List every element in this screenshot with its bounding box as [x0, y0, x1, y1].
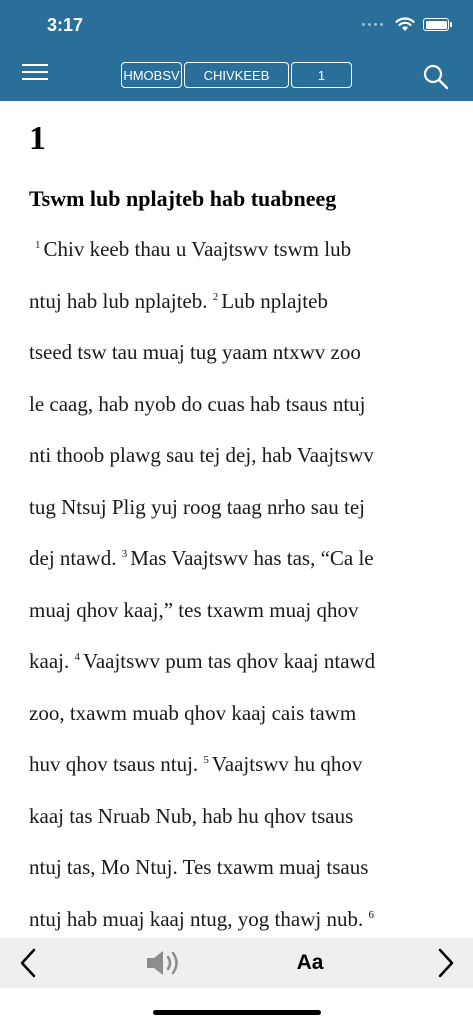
verse-text: ntuj hab lub nplajteb.: [29, 288, 208, 313]
previous-chapter-button[interactable]: [8, 938, 48, 988]
text-line: 1 Chiv keeb thau u Vaajtswv tswm lub: [35, 237, 351, 262]
chevron-right-icon: [438, 948, 454, 978]
verse-number: 6: [368, 908, 374, 921]
verse-number: 3: [121, 548, 128, 560]
text-line: tseed tsw tau muaj tug yaam ntxwv zoo: [29, 340, 361, 365]
home-indicator: [153, 1010, 321, 1015]
version-selector[interactable]: HMOBSV: [121, 62, 182, 88]
verse-text: kaaj.: [29, 649, 70, 673]
verse-text: Chiv keeb thau u Vaajtswv tswm lub: [43, 237, 352, 261]
verse-text: nti thoob plawg sau tej dej, hab Vaajtsw…: [29, 443, 374, 467]
battery-icon: [423, 18, 452, 31]
verse-text: Vaajtswv pum tas qhov kaaj ntawd: [82, 649, 376, 673]
verse-text: huv qhov tsaus ntuj.: [29, 752, 199, 776]
verse-text: Lub nplajteb: [221, 288, 328, 313]
next-chapter-button[interactable]: [426, 938, 466, 988]
chapter-number: 1: [29, 120, 46, 157]
chapter-selector[interactable]: 1: [291, 62, 352, 88]
verse-text: tug Ntsuj Plig yuj roog taag nrho sau te…: [29, 494, 365, 519]
text-line: huv qhov tsaus ntuj. 5 Vaajtswv hu qhov: [29, 752, 362, 777]
speaker-icon: [147, 951, 178, 975]
text-line: dej ntawd. 3 Mas Vaajtswv has tas, “Ca le: [29, 546, 374, 571]
verse-text: tseed tsw tau muaj tug yaam ntxwv zoo: [29, 340, 361, 364]
top-bar: 3:17 HMOBSV CHIVKEEB 1: [0, 0, 473, 101]
font-settings-button[interactable]: Aa: [288, 938, 332, 988]
text-line: nti thoob plawg sau tej dej, hab Vaajtsw…: [29, 443, 374, 468]
verse-number: 1: [35, 239, 41, 251]
verse-number: 4: [74, 651, 80, 663]
bottom-toolbar: Aa: [0, 938, 473, 988]
verse-text: Mas Vaajtswv has tas, “Ca le: [130, 546, 374, 570]
signal-icon: [362, 23, 383, 26]
text-line: muaj qhov kaaj,” tes txawm muaj qhov: [29, 598, 359, 623]
verse-text: le caag, hab nyob do cuas hab tsaus ntuj: [29, 391, 366, 416]
menu-button[interactable]: [22, 64, 48, 86]
verse-text: Vaajtswv hu qhov: [211, 752, 363, 776]
section-heading: Tswm lub nplajteb hab tuabneeg: [29, 186, 337, 211]
chevron-left-icon: [20, 948, 36, 978]
book-selector[interactable]: CHIVKEEB: [184, 62, 289, 88]
text-line: ntuj hab muaj kaaj ntug, yog thawj nub. …: [29, 907, 377, 932]
text-line: ntuj hab lub nplajteb. 2 Lub nplajteb: [29, 289, 328, 314]
verse-number: 5: [203, 754, 209, 766]
text-line: zoo, txawm muab qhov kaaj cais tawm: [29, 701, 356, 726]
text-line: tug Ntsuj Plig yuj roog taag nrho sau te…: [29, 495, 365, 520]
verse-number: 2: [212, 290, 219, 303]
verse-text: kaaj tas Nruab Nub, hab hu qhov tsaus: [29, 803, 354, 828]
verse-text: ntuj hab muaj kaaj ntug, yog thawj nub.: [29, 906, 364, 931]
verse-text: ntuj tas, Mo Ntuj. Tes txawm muaj tsaus: [29, 855, 369, 879]
status-icons: [362, 17, 452, 32]
audio-button[interactable]: [140, 938, 186, 988]
verse-text: zoo, txawm muab qhov kaaj cais tawm: [29, 700, 357, 725]
search-button[interactable]: [422, 63, 450, 91]
search-icon: [423, 64, 449, 90]
verse-text: muaj qhov kaaj,” tes txawm muaj qhov: [29, 597, 359, 622]
status-time: 3:17: [47, 15, 84, 35]
menu-icon: [22, 64, 48, 66]
verse-text: dej ntawd.: [29, 546, 117, 570]
text-line: le caag, hab nyob do cuas hab tsaus ntuj: [29, 392, 366, 417]
wifi-icon: [395, 17, 415, 31]
text-line: kaaj. 4 Vaajtswv pum tas qhov kaaj ntawd: [29, 649, 375, 674]
text-line: kaaj tas Nruab Nub, hab hu qhov tsaus: [29, 804, 353, 829]
text-line: ntuj tas, Mo Ntuj. Tes txawm muaj tsaus: [29, 855, 368, 880]
